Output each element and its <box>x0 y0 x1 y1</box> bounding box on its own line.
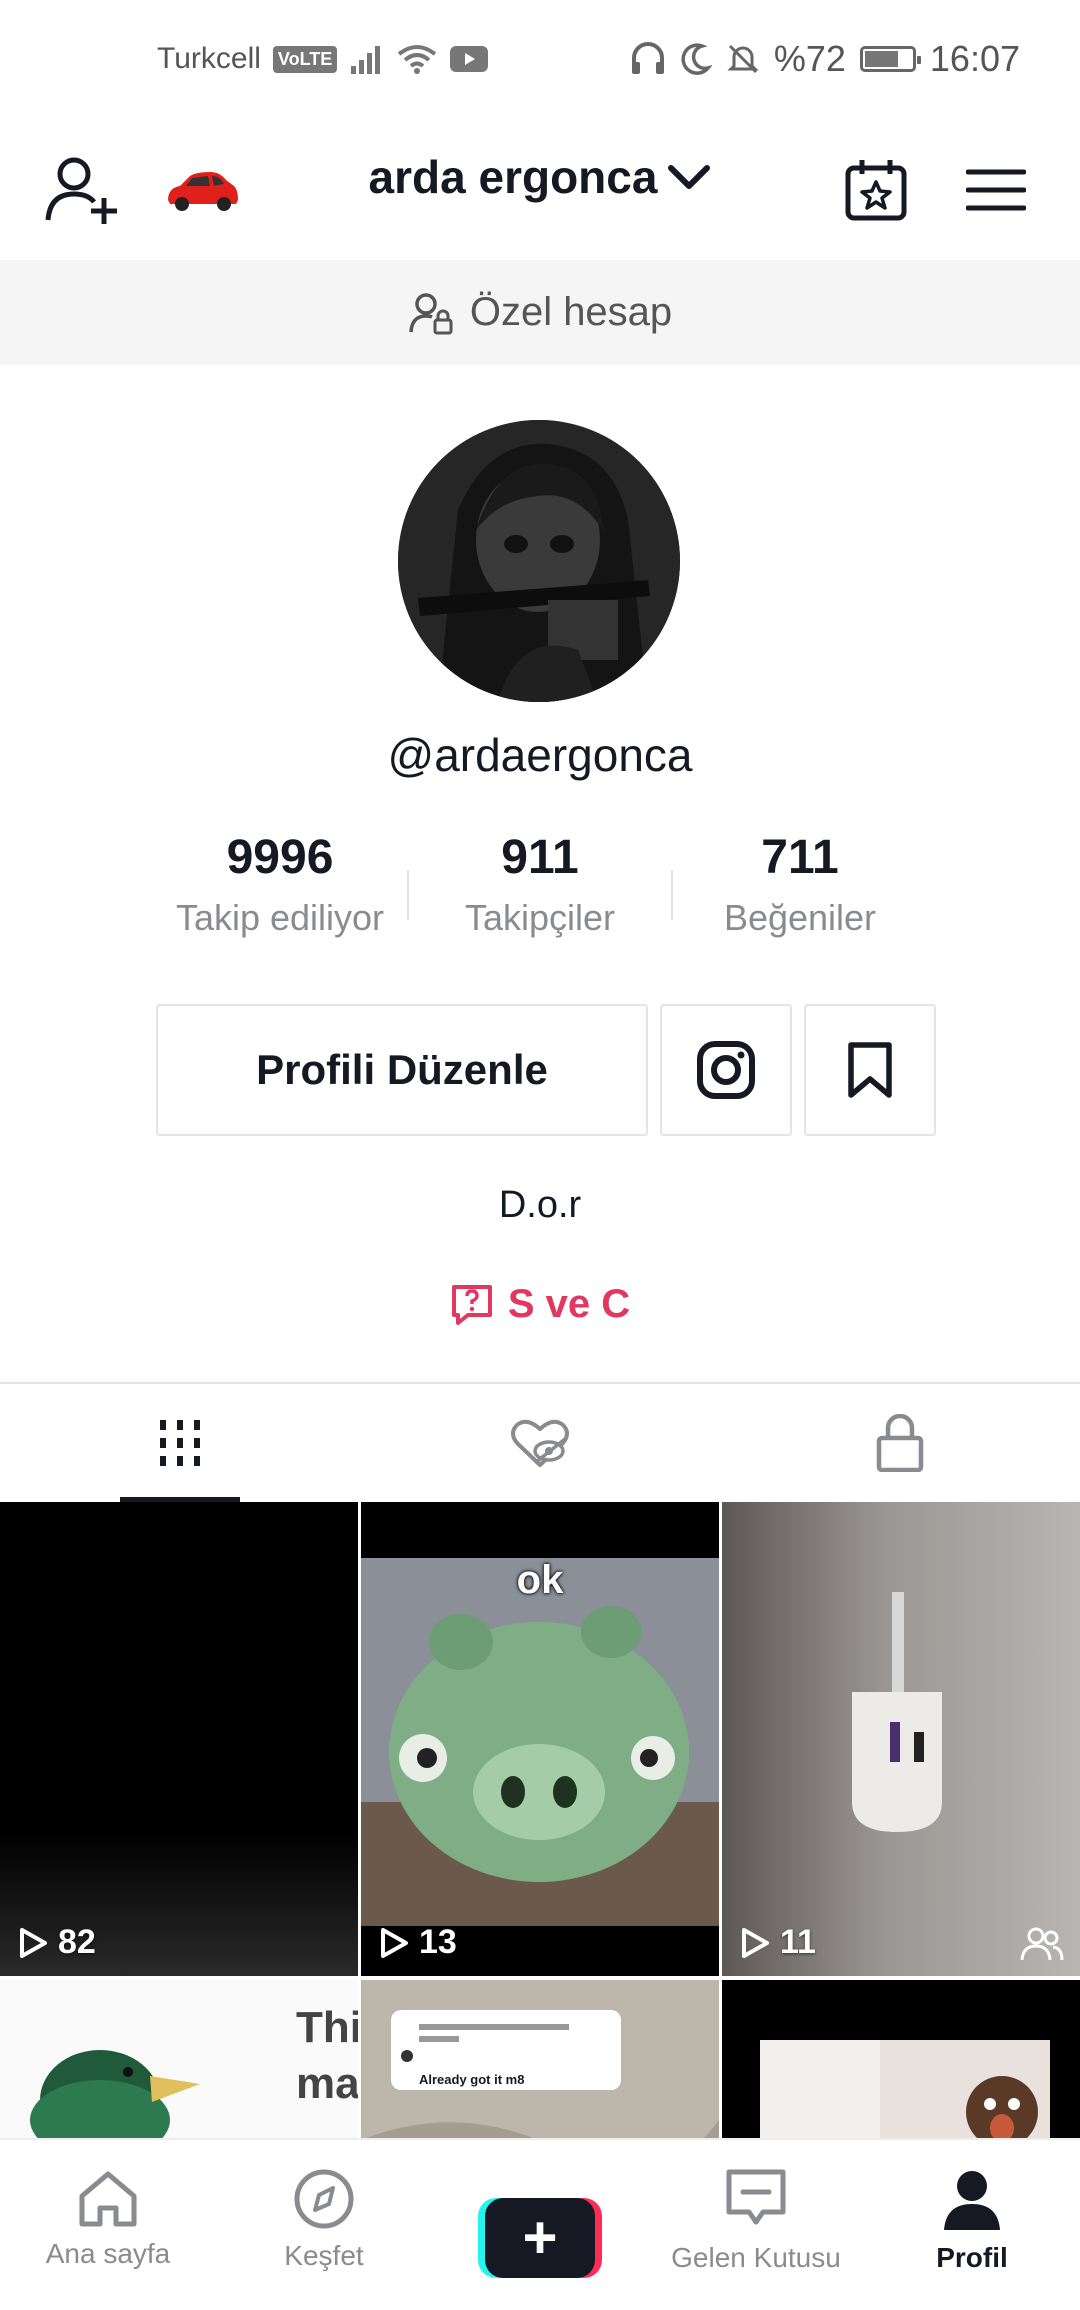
lock-user-icon <box>409 292 453 334</box>
bell-muted-icon <box>727 44 759 74</box>
avatar[interactable] <box>398 420 680 702</box>
profile-tabs <box>0 1382 1080 1502</box>
moon-icon <box>681 43 712 75</box>
view-count-label: 13 <box>419 1923 457 1961</box>
profile-header: arda ergonca <box>0 120 1080 260</box>
nav-home[interactable]: Ana sayfa <box>0 2140 216 2310</box>
profile-actions: Profili Düzenle <box>156 1004 936 1136</box>
page-title: arda ergonca <box>368 151 658 203</box>
youtube-icon <box>450 46 489 72</box>
battery-icon <box>859 46 921 72</box>
video-thumbnail[interactable]: ok 13 <box>361 1502 719 1976</box>
bottom-navigation: Ana sayfa Keşfet + Gelen Kutusu Profil <box>0 2138 1080 2310</box>
stat-divider <box>407 870 409 920</box>
stat-following[interactable]: 9996 Takip ediliyor <box>150 830 410 960</box>
profile-bio: D.o.r <box>498 1184 582 1226</box>
grid-icon <box>160 1420 200 1466</box>
video-thumbnail[interactable]: 82 <box>0 1502 358 1976</box>
video-thumbnail-image <box>361 1980 719 2138</box>
chevron-down-icon <box>668 165 711 189</box>
instagram-button[interactable] <box>660 1004 792 1136</box>
private-account-banner: Özel hesap <box>0 260 1080 365</box>
volte-badge: VoLTE <box>272 45 338 73</box>
video-thumbnail-image <box>722 1980 1080 2138</box>
edit-profile-button[interactable]: Profili Düzenle <box>156 1004 648 1136</box>
calendar-star-icon <box>845 160 907 221</box>
create-button[interactable]: + <box>478 2198 602 2278</box>
view-count: 11 <box>740 1923 816 1962</box>
stat-followers[interactable]: 911 Takipçiler <box>410 830 670 960</box>
tab-private[interactable] <box>720 1384 1080 1502</box>
profile-icon <box>944 2171 1000 2230</box>
nav-discover[interactable]: Keşfet <box>216 2140 432 2310</box>
menu-icon <box>966 169 1026 211</box>
wifi-icon <box>398 45 437 74</box>
private-account-label: Özel hesap <box>469 290 673 334</box>
video-caption: Already got it m8 <box>419 2072 525 2087</box>
view-count: 82 <box>18 1923 96 1962</box>
signal-icon <box>351 46 381 74</box>
nav-inbox[interactable]: Gelen Kutusu <box>648 2140 864 2310</box>
play-icon <box>742 1927 769 1958</box>
view-count-label: 82 <box>58 1923 96 1961</box>
status-bar: Turkcell VoLTE %72 16:07 <box>0 0 1080 120</box>
video-caption: ok <box>516 1558 564 1602</box>
favorites-button[interactable] <box>804 1004 936 1136</box>
friends-only-icon <box>1020 1927 1064 1961</box>
qa-link[interactable]: S ve C <box>0 1282 1080 1327</box>
clock: 16:07 <box>929 38 1020 79</box>
home-icon <box>79 2171 137 2227</box>
video-thumbnail[interactable]: Thi ma <box>0 1980 358 2138</box>
status-left: Turkcell VoLTE <box>157 42 489 76</box>
instagram-icon <box>697 1041 755 1099</box>
play-icon <box>381 1927 408 1958</box>
stat-divider <box>671 870 673 920</box>
calendar-button[interactable] <box>826 140 926 240</box>
nav-profile[interactable]: Profil <box>864 2140 1080 2310</box>
profile-handle: @ardaergonca <box>387 729 693 781</box>
play-icon <box>20 1927 47 1958</box>
menu-button[interactable] <box>946 140 1046 240</box>
carrier-name: Turkcell <box>157 42 261 75</box>
bookmark-icon <box>848 1042 892 1098</box>
nav-label: Keşfet <box>284 2240 364 2271</box>
question-bubble-icon <box>451 1284 492 1325</box>
video-thumbnail[interactable]: 11 <box>722 1502 1080 1976</box>
plus-icon: + <box>485 2198 595 2278</box>
video-grid: 82 ok 13 11 Thi ma Already got it m8 <box>0 1502 1080 2138</box>
stat-label: Beğeniler <box>723 897 877 938</box>
compass-icon <box>294 2169 354 2229</box>
stat-label: Takipçiler <box>464 897 616 938</box>
battery-percent: %72 <box>773 38 846 79</box>
nav-label: Profil <box>936 2242 1008 2273</box>
tab-videos[interactable] <box>0 1384 360 1502</box>
nav-label: Gelen Kutusu <box>671 2242 841 2273</box>
stat-likes[interactable]: 711 Beğeniler <box>670 830 930 960</box>
view-count: 13 <box>379 1923 457 1962</box>
lock-icon <box>876 1414 924 1472</box>
qa-link-label: S ve C <box>507 1282 631 1326</box>
stat-value: 9996 <box>226 831 334 884</box>
liked-hidden-icon <box>511 1419 569 1467</box>
view-count-label: 11 <box>780 1923 816 1961</box>
video-thumbnail-image <box>852 1592 942 1832</box>
tab-liked[interactable] <box>360 1384 720 1502</box>
video-caption: Thi ma <box>296 2003 358 2108</box>
stat-value: 711 <box>761 831 839 884</box>
video-thumbnail[interactable]: Already got it m8 <box>361 1980 719 2138</box>
nav-label: Ana sayfa <box>45 2238 171 2269</box>
profile-stats: 9996 Takip ediliyor 911 Takipçiler 711 B… <box>150 830 930 960</box>
stat-value: 911 <box>501 831 579 884</box>
inbox-icon <box>726 2169 786 2225</box>
headphones-icon <box>631 42 664 74</box>
stat-label: Takip ediliyor <box>175 897 385 938</box>
video-thumbnail[interactable] <box>722 1980 1080 2138</box>
nav-create[interactable]: + <box>432 2140 648 2310</box>
avatar-image <box>398 420 680 702</box>
status-right: %72 16:07 <box>630 38 1020 80</box>
